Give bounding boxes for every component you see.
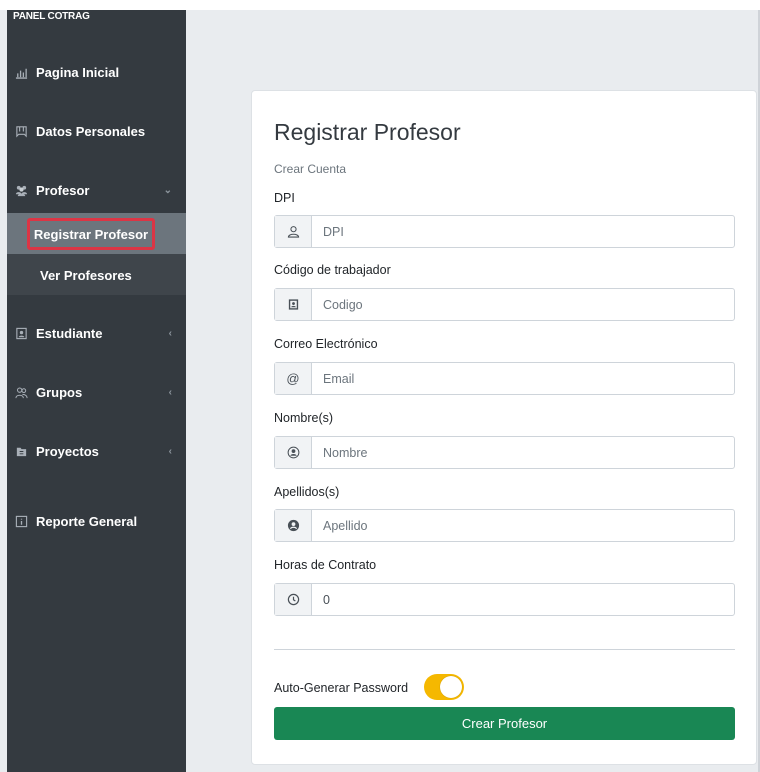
apellido-input-group xyxy=(274,509,735,542)
horas-label: Horas de Contrato xyxy=(274,558,377,572)
brand-label: PANEL COTRAG xyxy=(13,11,90,22)
user-circle-icon xyxy=(275,437,312,468)
sidebar-item-datos-personales[interactable]: Datos Personales xyxy=(7,113,186,149)
chevron-left-icon: ‹ xyxy=(168,445,172,457)
apellido-label: Apellidos(s) xyxy=(274,485,340,499)
sidebar-item-label: Proyectos xyxy=(36,443,99,459)
profesor-submenu: Registrar Profesor Ver Profesores xyxy=(7,213,186,295)
report-icon xyxy=(14,514,28,528)
sidebar-item-label: Pagina Inicial xyxy=(36,64,120,80)
codigo-input[interactable] xyxy=(312,289,734,320)
submenu-item-registrar-profesor[interactable]: Registrar Profesor xyxy=(27,218,155,250)
sidebar: PANEL COTRAG Pagina Inicial Datos Person… xyxy=(7,10,186,772)
create-professor-button[interactable]: Crear Profesor xyxy=(274,707,735,740)
sidebar-item-pagina-inicial[interactable]: Pagina Inicial xyxy=(7,54,186,90)
at-icon: @ xyxy=(275,363,312,394)
top-bar xyxy=(0,0,760,10)
horas-input-group xyxy=(274,583,735,616)
dpi-input[interactable] xyxy=(312,216,734,247)
sidebar-item-grupos[interactable]: Grupos ‹ xyxy=(7,374,186,410)
email-input[interactable] xyxy=(312,363,734,394)
register-professor-card: Registrar Profesor Crear Cuenta DPI Códi… xyxy=(251,90,757,765)
dpi-input-group xyxy=(274,215,735,248)
auto-password-label: Auto-Generar Password xyxy=(274,681,409,695)
users-icon xyxy=(14,183,28,197)
clock-icon xyxy=(275,584,312,615)
bar-chart-icon xyxy=(14,65,28,79)
codigo-label: Código de trabajador xyxy=(274,263,391,277)
projects-icon xyxy=(14,444,28,458)
submenu-active-row: Registrar Profesor xyxy=(7,213,186,254)
id-card-icon xyxy=(14,124,28,138)
sidebar-item-reporte-general[interactable]: Reporte General xyxy=(7,503,186,539)
apellido-input[interactable] xyxy=(312,510,734,541)
horas-input[interactable] xyxy=(312,584,734,615)
group-icon xyxy=(14,385,28,399)
user-circle-solid-icon xyxy=(275,510,312,541)
section-subtitle: Crear Cuenta xyxy=(274,162,347,176)
badge-icon xyxy=(275,289,312,320)
nombre-input[interactable] xyxy=(312,437,734,468)
student-icon xyxy=(14,326,28,340)
chevron-left-icon: ‹ xyxy=(168,327,172,339)
divider xyxy=(274,649,735,650)
chevron-down-icon: ⌄ xyxy=(163,184,172,196)
email-label: Correo Electrónico xyxy=(274,337,378,351)
sidebar-item-estudiante[interactable]: Estudiante ‹ xyxy=(7,315,186,351)
nombre-label: Nombre(s) xyxy=(274,411,334,425)
auto-password-toggle[interactable] xyxy=(424,674,464,700)
sidebar-item-label: Grupos xyxy=(36,384,83,400)
dpi-label: DPI xyxy=(274,191,295,205)
toggle-knob xyxy=(440,676,462,698)
sidebar-item-label: Datos Personales xyxy=(36,123,146,139)
sidebar-item-label: Estudiante xyxy=(36,325,103,341)
submenu-item-ver-profesores[interactable]: Ver Profesores xyxy=(40,268,132,283)
sidebar-item-profesor[interactable]: Profesor ⌄ xyxy=(7,172,186,208)
nombre-input-group xyxy=(274,436,735,469)
email-input-group: @ xyxy=(274,362,735,395)
user-outline-icon xyxy=(275,216,312,247)
sidebar-item-proyectos[interactable]: Proyectos ‹ xyxy=(7,433,186,469)
chevron-left-icon: ‹ xyxy=(168,386,172,398)
sidebar-item-label: Profesor xyxy=(36,182,90,198)
sidebar-item-label: Reporte General xyxy=(36,513,138,529)
codigo-input-group xyxy=(274,288,735,321)
page-title: Registrar Profesor xyxy=(274,119,461,145)
